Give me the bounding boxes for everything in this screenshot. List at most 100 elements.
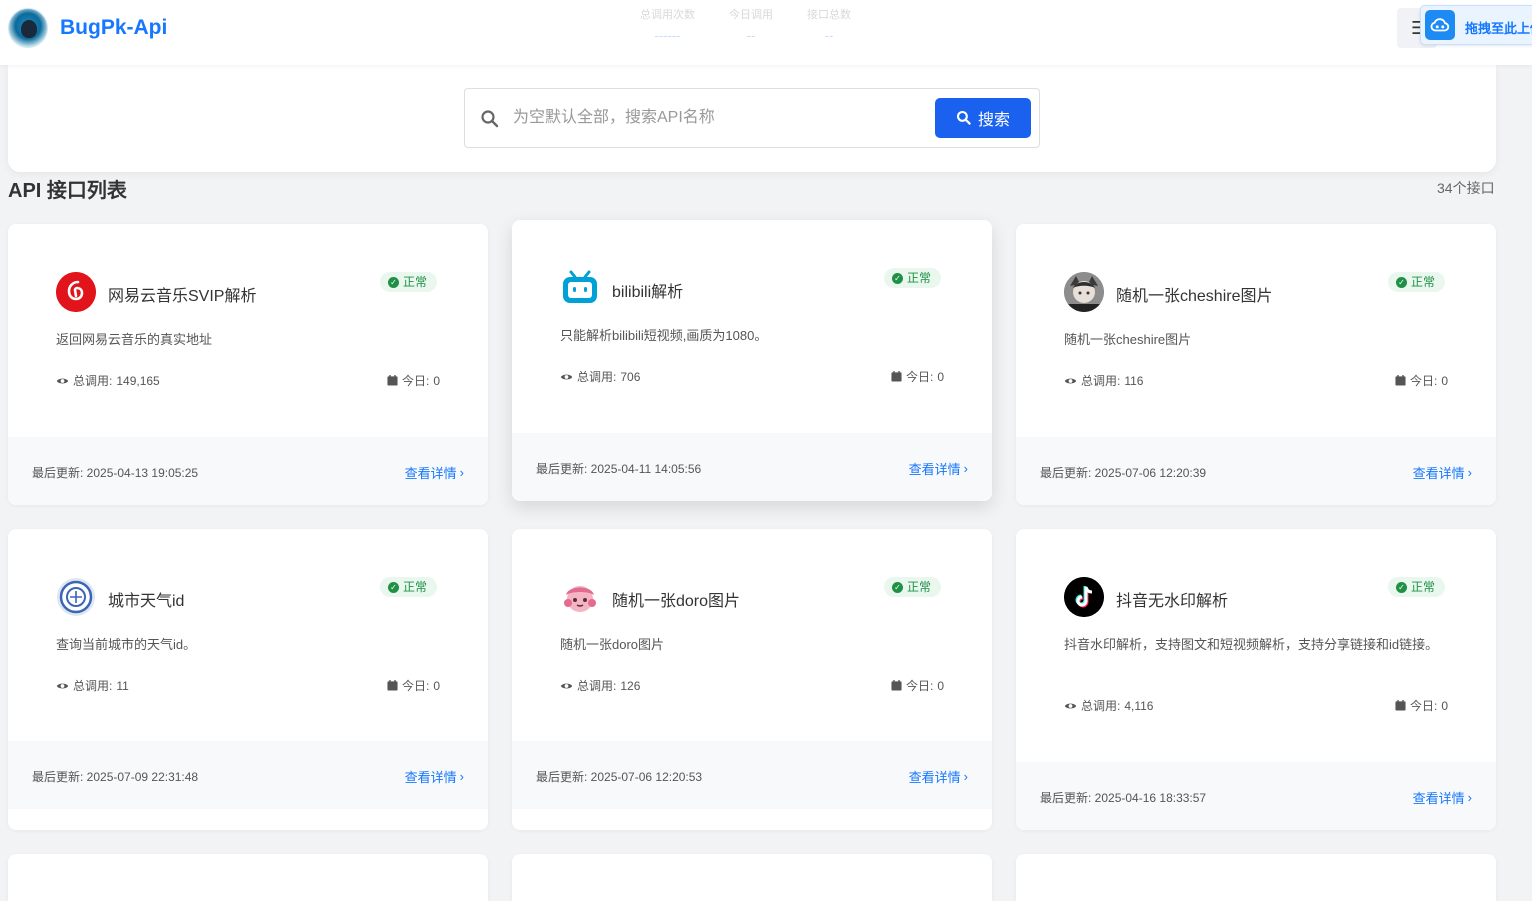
search-button-icon — [956, 110, 971, 125]
bug-logo-icon[interactable] — [8, 8, 48, 48]
api-card[interactable]: 随机一张doro图片 ✓ 正常 随机一张doro图片 总调用: 126 今日: 0… — [512, 529, 992, 830]
today-label: 今日: — [905, 679, 934, 693]
view-details-link[interactable]: 查看详情 › — [1413, 788, 1472, 807]
today-value: 0 — [433, 373, 440, 388]
status-badge: ✓ 正常 — [380, 272, 438, 292]
search-button[interactable]: 搜索 — [935, 98, 1031, 138]
card-stats: 总调用: 116 今日: 0 — [1064, 372, 1448, 388]
updated-label: 最后更新: — [32, 770, 87, 784]
card-description: 抖音水印解析，支持图文和短视频解析，支持分享链接和id链接。 — [1064, 637, 1439, 652]
search-bar: 搜索 — [464, 88, 1040, 148]
card-stats: 总调用: 11 今日: 0 — [56, 677, 440, 693]
header-stat-label: 总调用次数 — [640, 9, 695, 21]
status-text: 正常 — [1411, 275, 1436, 289]
header-stat-value: -- — [746, 28, 756, 43]
updated-value: 2025-04-16 18:33:57 — [1094, 791, 1207, 805]
total-calls: 总调用: 116 — [1064, 372, 1143, 389]
check-circle-icon: ✓ — [892, 272, 903, 284]
today-value: 0 — [1441, 698, 1448, 713]
eye-icon — [56, 378, 69, 383]
drag-upload-button[interactable]: 拖拽至此上传 — [1420, 5, 1532, 45]
today-calls: 今日: 0 — [387, 677, 440, 694]
card-title[interactable]: bilibili解析 — [612, 278, 683, 302]
today-value: 0 — [1441, 373, 1448, 388]
status-badge: ✓ 正常 — [380, 577, 438, 597]
eye-icon — [1064, 703, 1077, 708]
check-circle-icon: ✓ — [388, 581, 399, 593]
chevron-right-icon: › — [459, 769, 464, 784]
chevron-right-icon: › — [1467, 465, 1472, 480]
detail-label: 查看详情 — [908, 462, 961, 477]
view-details-link[interactable]: 查看详情 › — [1413, 463, 1472, 482]
last-updated: 最后更新: 2025-04-11 14:05:56 — [536, 460, 701, 477]
calendar-icon — [891, 680, 902, 691]
total-value: 11 — [116, 678, 129, 693]
api-card[interactable]: bilibili解析 ✓ 正常 只能解析bilibili短视频,画质为1080。 … — [512, 220, 992, 501]
card-description: 查询当前城市的天气id。 — [56, 637, 197, 652]
status-text: 正常 — [403, 275, 428, 289]
card-title[interactable]: 抖音无水印解析 — [1116, 587, 1228, 611]
total-label: 总调用: — [73, 679, 113, 693]
view-details-link[interactable]: 查看详情 › — [405, 463, 464, 482]
api-card[interactable] — [8, 854, 488, 901]
total-label: 总调用: — [577, 370, 617, 384]
total-value: 149,165 — [116, 373, 160, 388]
updated-label: 最后更新: — [32, 466, 87, 480]
today-value: 0 — [937, 369, 944, 384]
section-title: API 接口列表 — [8, 180, 127, 202]
search-input[interactable] — [513, 101, 923, 135]
updated-label: 最后更新: — [536, 770, 591, 784]
header-stat-label: 今日调用 — [729, 9, 773, 21]
view-details-link[interactable]: 查看详情 › — [909, 459, 968, 478]
calendar-icon — [387, 680, 398, 691]
card-footer: 最后更新: 2025-04-13 19:05:25 查看详情 › — [8, 437, 488, 505]
calendar-icon — [1395, 700, 1406, 711]
eye-icon — [560, 683, 573, 688]
card-title[interactable]: 城市天气id — [108, 587, 184, 611]
brand-name[interactable]: BugPk-Api — [60, 16, 167, 40]
last-updated: 最后更新: 2025-04-13 19:05:25 — [32, 464, 198, 481]
total-calls: 总调用: 4,116 — [1064, 697, 1153, 714]
eye-icon — [56, 683, 69, 688]
view-details-link[interactable]: 查看详情 › — [909, 767, 968, 786]
last-updated: 最后更新: 2025-04-16 18:33:57 — [1040, 789, 1206, 806]
total-value: 116 — [1124, 373, 1144, 388]
api-card[interactable]: 网易云音乐SVIP解析 ✓ 正常 返回网易云音乐的真实地址 总调用: 149,16… — [8, 224, 488, 505]
updated-label: 最后更新: — [1040, 791, 1095, 805]
detail-label: 查看详情 — [1412, 466, 1465, 481]
today-calls: 今日: 0 — [1395, 697, 1448, 714]
card-footer: 最后更新: 2025-07-06 12:20:53 查看详情 › — [512, 741, 992, 809]
detail-label: 查看详情 — [404, 770, 457, 785]
total-calls: 总调用: 149,165 — [56, 372, 160, 389]
api-card[interactable]: 城市天气id ✓ 正常 查询当前城市的天气id。 总调用: 11 今日: 0 最后… — [8, 529, 488, 830]
updated-value: 2025-07-06 12:20:53 — [590, 770, 703, 784]
total-label: 总调用: — [577, 679, 617, 693]
view-details-link[interactable]: 查看详情 › — [405, 767, 464, 786]
card-stats: 总调用: 126 今日: 0 — [560, 677, 944, 693]
card-title[interactable]: 随机一张cheshire图片 — [1116, 282, 1272, 306]
doro-avatar-icon — [560, 577, 600, 617]
status-badge: ✓ 正常 — [884, 268, 942, 288]
card-title[interactable]: 网易云音乐SVIP解析 — [108, 282, 256, 306]
total-label: 总调用: — [1081, 699, 1121, 713]
card-title[interactable]: 随机一张doro图片 — [612, 587, 740, 611]
api-card[interactable]: 随机一张cheshire图片 ✓ 正常 随机一张cheshire图片 总调用: 1… — [1016, 224, 1496, 505]
header-stat: 总调用次数 ------ — [640, 6, 695, 43]
chevron-right-icon: › — [963, 769, 968, 784]
today-calls: 今日: 0 — [387, 372, 440, 389]
api-card[interactable]: 抖音无水印解析 ✓ 正常 抖音水印解析，支持图文和短视频解析，支持分享链接和id链… — [1016, 529, 1496, 830]
header-stat: 接口总数 -- — [807, 6, 851, 43]
api-card[interactable] — [512, 854, 992, 901]
header-stat: 今日调用 -- — [729, 6, 773, 43]
today-label: 今日: — [1409, 699, 1438, 713]
status-text: 正常 — [403, 580, 428, 594]
last-updated: 最后更新: 2025-07-09 22:31:48 — [32, 768, 198, 785]
api-card[interactable] — [1016, 854, 1496, 901]
status-badge: ✓ 正常 — [1388, 577, 1446, 597]
chevron-right-icon: › — [1467, 790, 1472, 805]
updated-label: 最后更新: — [536, 462, 591, 476]
netease-music-icon — [56, 272, 96, 312]
card-description: 返回网易云音乐的真实地址 — [56, 332, 213, 347]
card-stats: 总调用: 706 今日: 0 — [560, 368, 944, 384]
updated-value: 2025-04-13 19:05:25 — [86, 466, 199, 480]
